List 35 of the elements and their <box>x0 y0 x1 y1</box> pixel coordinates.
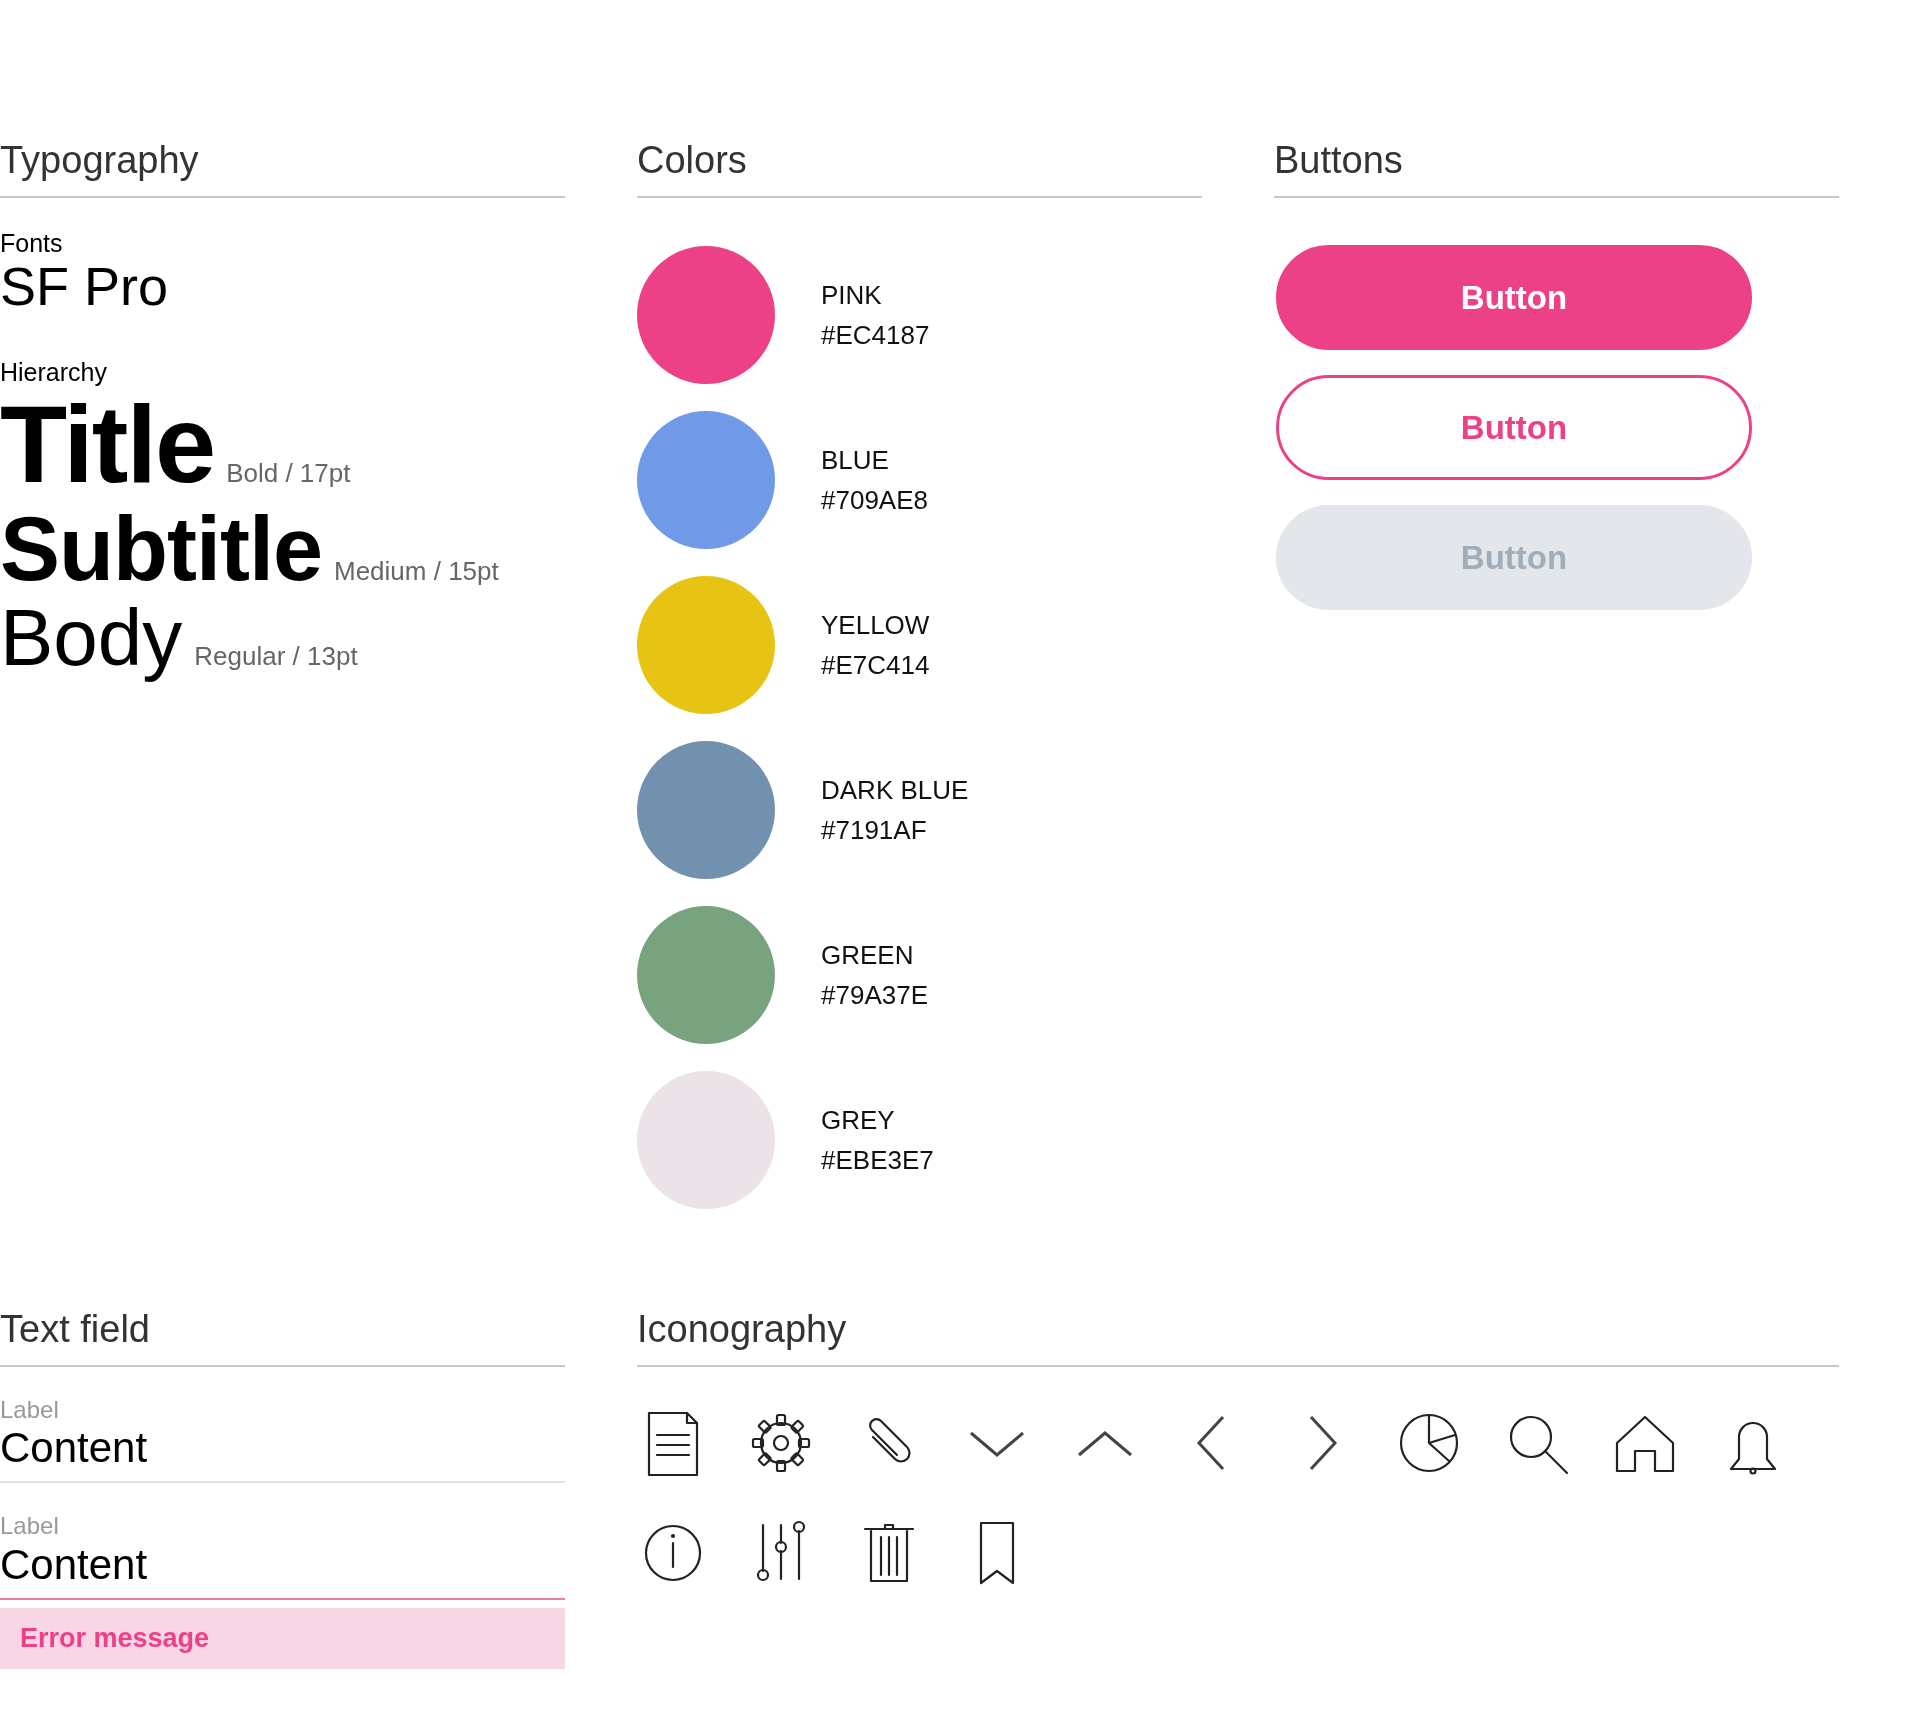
color-hex: #79A37E <box>821 978 928 1012</box>
color-hex: #E7C414 <box>821 648 930 682</box>
type-spec: Regular / 13pt <box>194 643 358 671</box>
error-message: Error message <box>0 1608 565 1669</box>
field-value: Content <box>0 1539 149 1590</box>
button[interactable]: Button <box>1276 244 1752 350</box>
font-name: SF Pro <box>0 257 170 317</box>
type-spec: Medium / 15pt <box>334 557 499 585</box>
button[interactable]: Button <box>1276 374 1752 480</box>
color-name: BLUE <box>821 443 890 477</box>
type-sample: Subtitle <box>0 501 322 597</box>
type-sample: Body <box>0 596 183 681</box>
section-heading: Colors <box>637 140 1202 198</box>
color-name: GREY <box>821 1103 896 1137</box>
section-heading: Text field <box>0 1308 565 1367</box>
color-name: PINK <box>821 278 883 312</box>
color-hex: #709AE8 <box>821 483 928 517</box>
color-hex: #7191AF <box>821 813 928 847</box>
field-label: Label <box>0 1396 60 1423</box>
caption-label: Hierarchy <box>0 358 108 387</box>
section-heading: Typography <box>0 140 565 198</box>
section-heading: Buttons <box>1274 140 1839 198</box>
color-hex: #EBE3E7 <box>821 1143 934 1177</box>
text-field[interactable]: Label Content <box>0 1366 565 1484</box>
type-sample: Title <box>0 386 215 502</box>
color-name: YELLOW <box>821 608 930 642</box>
type-spec: Bold / 17pt <box>226 460 351 488</box>
section-heading: Iconography <box>637 1308 1839 1367</box>
field-value: Content <box>0 1423 149 1473</box>
color-name: GREEN <box>821 938 915 972</box>
caption-label: Fonts <box>0 227 64 258</box>
field-label: Label <box>0 1513 60 1540</box>
color-hex: #EC4187 <box>821 318 930 352</box>
text-field[interactable]: Label Content <box>0 1483 565 1601</box>
color-name: DARK BLUE <box>821 773 969 807</box>
